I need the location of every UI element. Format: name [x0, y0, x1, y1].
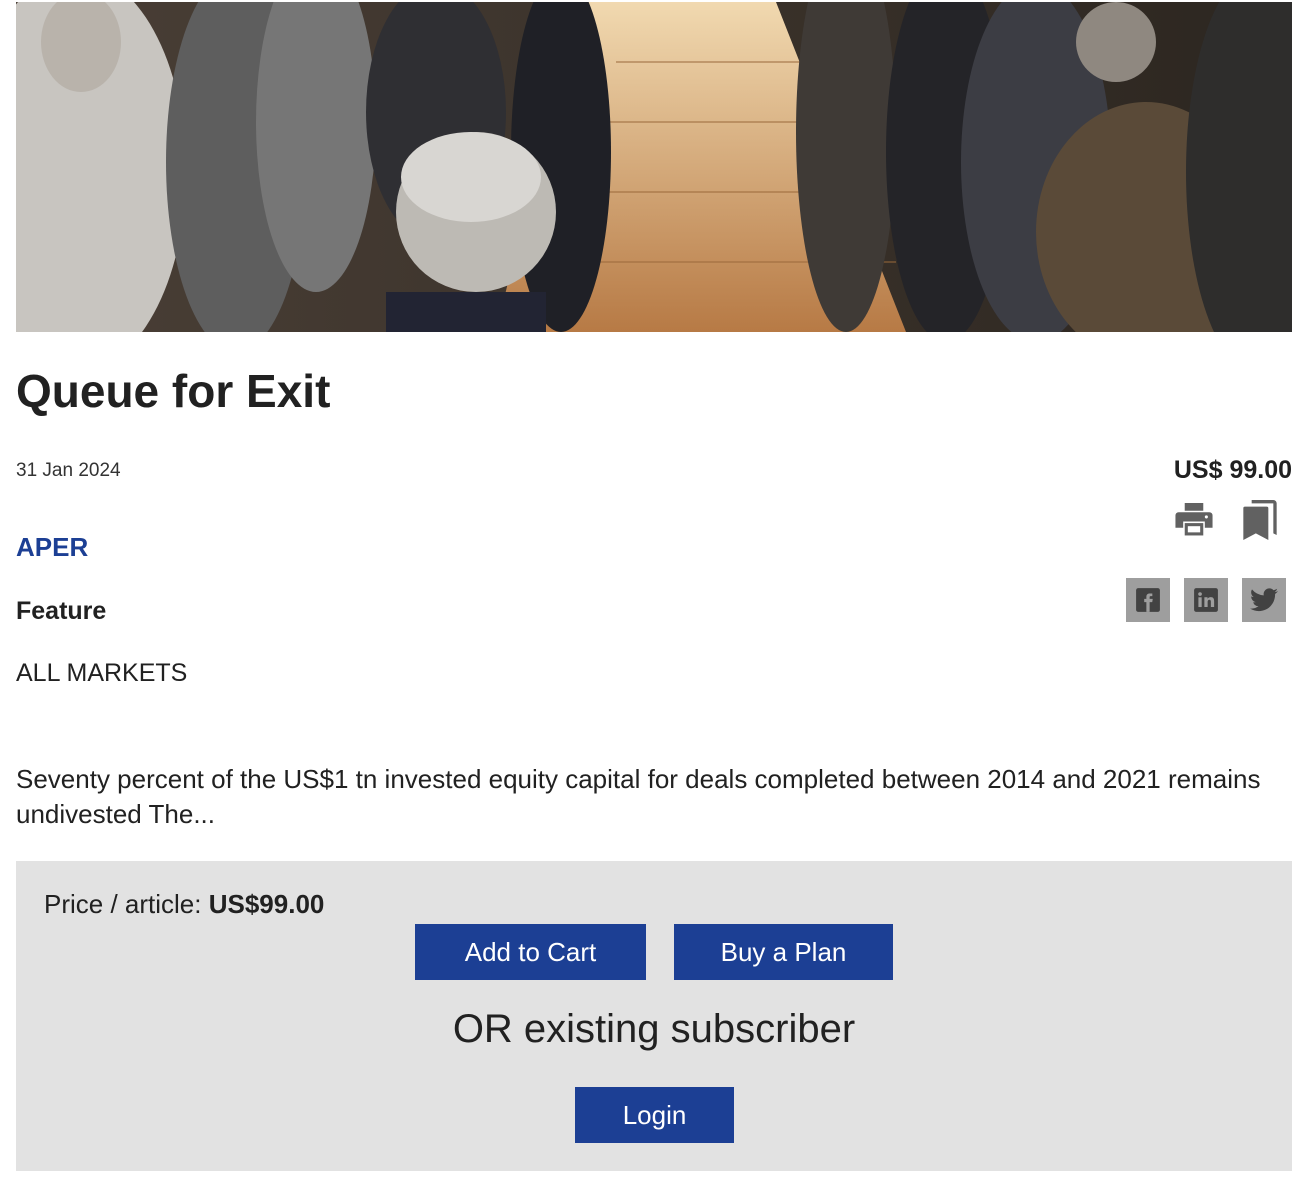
- price-label: Price / article:: [44, 889, 209, 919]
- linkedin-icon[interactable]: [1184, 578, 1228, 622]
- article-type: Feature: [16, 597, 107, 625]
- print-icon[interactable]: [1174, 500, 1214, 540]
- paywall-box: Price / article: US$99.00 Add to Cart Bu…: [16, 861, 1292, 1171]
- twitter-icon[interactable]: [1242, 578, 1286, 622]
- article-excerpt: Seventy percent of the US$1 tn invested …: [16, 764, 1261, 829]
- article-title: Queue for Exit: [16, 365, 331, 417]
- share-bar: [1126, 578, 1286, 622]
- login-button[interactable]: Login: [575, 1087, 734, 1143]
- hero-image: [16, 2, 1292, 332]
- existing-subscriber-text: OR existing subscriber: [452, 1007, 856, 1051]
- article-date: 31 Jan 2024: [16, 460, 121, 481]
- article-tools: [1174, 500, 1280, 540]
- article-price: US$ 99.00: [1173, 456, 1292, 484]
- article-market: ALL MARKETS: [16, 659, 188, 687]
- facebook-icon[interactable]: [1126, 578, 1170, 622]
- price-value: US$99.00: [208, 889, 325, 919]
- source-link[interactable]: APER: [16, 532, 88, 563]
- buy-plan-button[interactable]: Buy a Plan: [674, 924, 893, 980]
- price-per-article: Price / article: US$99.00: [44, 889, 324, 920]
- bookmark-icon[interactable]: [1240, 500, 1280, 540]
- add-to-cart-button[interactable]: Add to Cart: [415, 924, 646, 980]
